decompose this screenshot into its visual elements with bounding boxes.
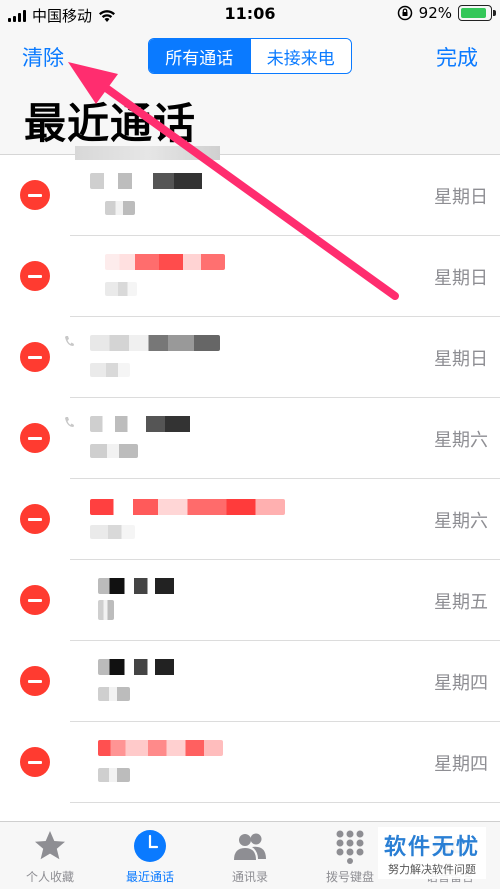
- battery-fill: [461, 8, 487, 18]
- call-row[interactable]: 星期六: [0, 479, 500, 560]
- delete-icon[interactable]: [20, 747, 50, 777]
- watermark-sub: 努力解决软件问题: [387, 863, 476, 876]
- call-day: 星期四: [434, 673, 488, 694]
- redacted-name: [98, 659, 193, 675]
- call-day: 星期日: [434, 349, 488, 370]
- call-row[interactable]: 星期四: [0, 722, 500, 803]
- delete-icon[interactable]: [20, 261, 50, 291]
- battery-percent: 92%: [418, 4, 452, 22]
- redacted-detail: [90, 363, 130, 377]
- keypad-icon: [336, 830, 364, 864]
- call-day: 星期日: [434, 268, 488, 289]
- redacted-name: [90, 416, 215, 432]
- call-row[interactable]: 星期日: [0, 236, 500, 317]
- redacted-detail: [98, 687, 130, 701]
- tab-label: 拨号键盘: [325, 870, 374, 884]
- call-row[interactable]: 星期六: [0, 398, 500, 479]
- delete-icon[interactable]: [20, 666, 50, 696]
- delete-icon[interactable]: [20, 342, 50, 372]
- segment-all-calls[interactable]: 所有通话: [149, 39, 250, 73]
- clock-icon: [134, 830, 166, 862]
- segmented-control: 所有通话 未接来电: [148, 38, 352, 74]
- redacted-name: [105, 254, 225, 270]
- watermark: 软件无忧 努力解决软件问题: [377, 827, 486, 879]
- redacted-name: [90, 499, 285, 515]
- status-bar: 中国移动 11:06 92%: [0, 0, 500, 28]
- star-icon: [35, 831, 65, 860]
- call-day: 星期六: [434, 511, 488, 532]
- call-row[interactable]: 星期日: [0, 317, 500, 398]
- done-button[interactable]: 完成: [436, 42, 478, 72]
- call-day: 星期日: [434, 187, 488, 208]
- contacts-icon: [234, 833, 266, 860]
- redacted-name: [98, 740, 223, 756]
- call-day: 星期四: [434, 754, 488, 775]
- call-row[interactable]: 星期四: [0, 641, 500, 722]
- tab-recents[interactable]: 最近通话: [100, 822, 200, 889]
- delete-icon[interactable]: [20, 423, 50, 453]
- redacted-name: [90, 173, 230, 189]
- delete-icon[interactable]: [20, 504, 50, 534]
- phone-icon: [65, 417, 74, 427]
- delete-icon[interactable]: [20, 180, 50, 210]
- page-title: 最近通话: [24, 99, 197, 148]
- clear-button[interactable]: 清除: [22, 42, 64, 72]
- call-row[interactable]: 星期五: [0, 560, 500, 641]
- phone-icon: [65, 336, 74, 346]
- call-day: 星期五: [434, 592, 488, 613]
- battery-icon: [458, 5, 496, 21]
- header: 清除 所有通话 未接来电 完成 最近通话: [0, 28, 500, 155]
- segment-missed-calls[interactable]: 未接来电: [249, 39, 351, 73]
- redacted-detail: [90, 525, 135, 539]
- recent-calls-list: 星期日 星期日 星期日 星期六 星期六 星期五 星期四 星期四: [0, 155, 500, 803]
- tab-contacts[interactable]: 通讯录: [200, 822, 300, 889]
- redacted-detail: [105, 282, 137, 296]
- tab-favorites[interactable]: 个人收藏: [0, 822, 100, 889]
- tab-label: 通讯录: [231, 870, 268, 884]
- redacted-name: [98, 578, 193, 594]
- rotation-lock-icon: [397, 5, 412, 21]
- redacted-name: [90, 335, 220, 351]
- call-day: 星期六: [434, 430, 488, 451]
- tab-label: 个人收藏: [25, 870, 74, 884]
- watermark-main: 软件无忧: [383, 835, 480, 860]
- status-right: 92%: [397, 4, 496, 22]
- redacted-detail: [98, 600, 114, 620]
- tab-label: 最近通话: [125, 870, 174, 884]
- delete-icon[interactable]: [20, 585, 50, 615]
- call-row[interactable]: 星期日: [0, 155, 500, 236]
- redacted-detail: [98, 768, 130, 782]
- redacted-detail: [90, 444, 138, 458]
- redacted-detail: [105, 201, 135, 215]
